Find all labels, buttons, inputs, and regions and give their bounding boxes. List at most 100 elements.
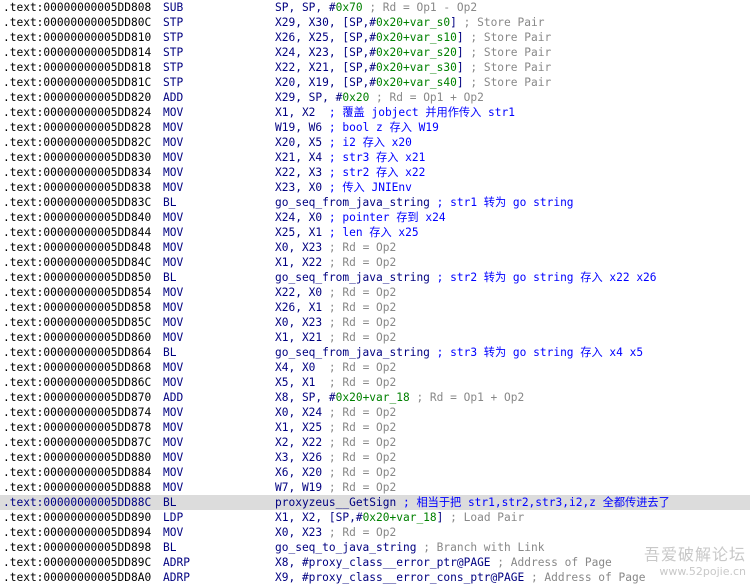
instruction-mnemonic[interactable]: MOV — [163, 525, 183, 540]
line-address[interactable]: .text:00000000005DD890 — [3, 510, 151, 525]
instruction-mnemonic[interactable]: STP — [163, 60, 183, 75]
disasm-line[interactable]: .text:00000000005DD828 MOV W19, W6 ; bool … — [0, 120, 750, 135]
line-address[interactable]: .text:00000000005DD884 — [3, 465, 151, 480]
disasm-line[interactable]: .text:00000000005DD874 MOV X0, X24 ; Rd = … — [0, 405, 750, 420]
disasm-line[interactable]: .text:00000000005DD894 MOV X0, X23 ; Rd = … — [0, 525, 750, 540]
instruction-mnemonic[interactable]: MOV — [163, 255, 183, 270]
disasm-line[interactable]: .text:00000000005DD83C BL go_seq_from_java… — [0, 195, 750, 210]
instruction-mnemonic[interactable]: MOV — [163, 105, 183, 120]
instruction-mnemonic[interactable]: MOV — [163, 330, 183, 345]
instruction-mnemonic[interactable]: ADRP — [163, 555, 190, 570]
line-address[interactable]: .text:00000000005DD89C — [3, 555, 151, 570]
instruction-operands[interactable]: X0, X23 ; Rd = Op2 — [275, 240, 396, 255]
instruction-operands[interactable]: X22, X21, [SP,#0x20+var_s30] ; Store Pai… — [275, 60, 551, 75]
disasm-line[interactable]: .text:00000000005DD85C MOV X0, X23 ; Rd = … — [0, 315, 750, 330]
disasm-line[interactable]: .text:00000000005DD818 STP X22, X21, [SP,#… — [0, 60, 750, 75]
disasm-line[interactable]: .text:00000000005DD868 MOV X4, X0 ; Rd = O… — [0, 360, 750, 375]
line-address[interactable]: .text:00000000005DD868 — [3, 360, 151, 375]
line-address[interactable]: .text:00000000005DD874 — [3, 405, 151, 420]
instruction-mnemonic[interactable]: STP — [163, 45, 183, 60]
line-address[interactable]: .text:00000000005DD894 — [3, 525, 151, 540]
disasm-line[interactable]: .text:00000000005DD87C MOV X2, X22 ; Rd = … — [0, 435, 750, 450]
instruction-operands[interactable]: W7, W19 ; Rd = Op2 — [275, 480, 396, 495]
instruction-operands[interactable]: X0, X23 ; Rd = Op2 — [275, 525, 396, 540]
disasm-line[interactable]: .text:00000000005DD824 MOV X1, X2 ; 覆盖 job… — [0, 105, 750, 120]
instruction-mnemonic[interactable]: ADD — [163, 390, 183, 405]
disassembly-listing[interactable]: .text:00000000005DD808 SUB SP, SP, #0x70 ;… — [0, 0, 750, 585]
instruction-operands[interactable]: X22, X3 ; str2 存入 x22 — [275, 165, 425, 180]
line-address[interactable]: .text:00000000005DD834 — [3, 165, 151, 180]
disasm-line[interactable]: .text:00000000005DD858 MOV X26, X1 ; Rd = … — [0, 300, 750, 315]
line-address[interactable]: .text:00000000005DD850 — [3, 270, 151, 285]
line-address[interactable]: .text:00000000005DD82C — [3, 135, 151, 150]
line-address[interactable]: .text:00000000005DD85C — [3, 315, 151, 330]
line-address[interactable]: .text:00000000005DD830 — [3, 150, 151, 165]
instruction-mnemonic[interactable]: BL — [163, 540, 176, 555]
instruction-mnemonic[interactable]: BL — [163, 270, 176, 285]
instruction-mnemonic[interactable]: BL — [163, 495, 176, 510]
disasm-line[interactable]: .text:00000000005DD870 ADD X8, SP, #0x20+v… — [0, 390, 750, 405]
disasm-line[interactable]: .text:00000000005DD808 SUB SP, SP, #0x70 ;… — [0, 0, 750, 15]
instruction-mnemonic[interactable]: MOV — [163, 420, 183, 435]
line-address[interactable]: .text:00000000005DD818 — [3, 60, 151, 75]
instruction-operands[interactable]: X1, X22 ; Rd = Op2 — [275, 255, 396, 270]
instruction-mnemonic[interactable]: MOV — [163, 285, 183, 300]
instruction-mnemonic[interactable]: MOV — [163, 210, 183, 225]
instruction-operands[interactable]: go_seq_from_java_string ; str3 转为 go str… — [275, 345, 643, 360]
instruction-operands[interactable]: X8, SP, #0x20+var_18 ; Rd = Op1 + Op2 — [275, 390, 524, 405]
line-address[interactable]: .text:00000000005DD808 — [3, 0, 151, 15]
instruction-operands[interactable]: go_seq_to_java_string ; Branch with Link — [275, 540, 544, 555]
instruction-mnemonic[interactable]: MOV — [163, 300, 183, 315]
line-address[interactable]: .text:00000000005DD84C — [3, 255, 151, 270]
instruction-mnemonic[interactable]: MOV — [163, 450, 183, 465]
disasm-line[interactable]: .text:00000000005DD830 MOV X21, X4 ; str3 … — [0, 150, 750, 165]
line-address[interactable]: .text:00000000005DD81C — [3, 75, 151, 90]
line-address[interactable]: .text:00000000005DD870 — [3, 390, 151, 405]
instruction-mnemonic[interactable]: MOV — [163, 240, 183, 255]
line-address[interactable]: .text:00000000005DD888 — [3, 480, 151, 495]
disasm-line[interactable]: .text:00000000005DD844 MOV X25, X1 ; len 存… — [0, 225, 750, 240]
instruction-mnemonic[interactable]: MOV — [163, 480, 183, 495]
disasm-line[interactable]: .text:00000000005DD890 LDP X1, X2, [SP,#0x… — [0, 510, 750, 525]
disasm-line[interactable]: .text:00000000005DD838 MOV X23, X0 ; 传入 JN… — [0, 180, 750, 195]
instruction-mnemonic[interactable]: MOV — [163, 405, 183, 420]
line-address[interactable]: .text:00000000005DD80C — [3, 15, 151, 30]
instruction-operands[interactable]: proxyzeus__GetSign ; 相当于把 str1,str2,str3… — [275, 495, 670, 510]
instruction-operands[interactable]: X1, X2 ; 覆盖 jobject 并用作传入 str1 — [275, 105, 515, 120]
disasm-line[interactable]: .text:00000000005DD89C ADRP X8, #proxy_cla… — [0, 555, 750, 570]
instruction-operands[interactable]: X29, X30, [SP,#0x20+var_s0] ; Store Pair — [275, 15, 544, 30]
line-address[interactable]: .text:00000000005DD864 — [3, 345, 151, 360]
line-address[interactable]: .text:00000000005DD840 — [3, 210, 151, 225]
instruction-operands[interactable]: X20, X19, [SP,#0x20+var_s40] ; Store Pai… — [275, 75, 551, 90]
line-address[interactable]: .text:00000000005DD898 — [3, 540, 151, 555]
instruction-mnemonic[interactable]: SUB — [163, 0, 183, 15]
line-address[interactable]: .text:00000000005DD820 — [3, 90, 151, 105]
instruction-operands[interactable]: X25, X1 ; len 存入 x25 — [275, 225, 419, 240]
disasm-line[interactable]: .text:00000000005DD814 STP X24, X23, [SP,#… — [0, 45, 750, 60]
disasm-line[interactable]: .text:00000000005DD854 MOV X22, X0 ; Rd = … — [0, 285, 750, 300]
instruction-mnemonic[interactable]: ADRP — [163, 570, 190, 585]
instruction-operands[interactable]: X26, X25, [SP,#0x20+var_s10] ; Store Pai… — [275, 30, 551, 45]
instruction-operands[interactable]: X0, X24 ; Rd = Op2 — [275, 405, 396, 420]
instruction-operands[interactable]: X21, X4 ; str3 存入 x21 — [275, 150, 425, 165]
instruction-operands[interactable]: X1, X2, [SP,#0x20+var_18] ; Load Pair — [275, 510, 524, 525]
instruction-mnemonic[interactable]: STP — [163, 15, 183, 30]
instruction-mnemonic[interactable]: MOV — [163, 375, 183, 390]
disasm-line[interactable]: .text:00000000005DD82C MOV X20, X5 ; i2 存入… — [0, 135, 750, 150]
instruction-operands[interactable]: X29, SP, #0x20 ; Rd = Op1 + Op2 — [275, 90, 484, 105]
line-address[interactable]: .text:00000000005DD880 — [3, 450, 151, 465]
instruction-mnemonic[interactable]: STP — [163, 75, 183, 90]
line-address[interactable]: .text:00000000005DD828 — [3, 120, 151, 135]
line-address[interactable]: .text:00000000005DD854 — [3, 285, 151, 300]
line-address[interactable]: .text:00000000005DD83C — [3, 195, 151, 210]
line-address[interactable]: .text:00000000005DD810 — [3, 30, 151, 45]
disasm-line[interactable]: .text:00000000005DD834 MOV X22, X3 ; str2 … — [0, 165, 750, 180]
instruction-mnemonic[interactable]: MOV — [163, 135, 183, 150]
instruction-operands[interactable]: X24, X0 ; pointer 存到 x24 — [275, 210, 446, 225]
instruction-operands[interactable]: go_seq_from_java_string ; str1 转为 go str… — [275, 195, 574, 210]
instruction-mnemonic[interactable]: MOV — [163, 165, 183, 180]
disasm-line[interactable]: .text:00000000005DD810 STP X26, X25, [SP,#… — [0, 30, 750, 45]
disasm-line[interactable]: .text:00000000005DD8A0 ADRP X9, #proxy_cla… — [0, 570, 750, 585]
instruction-mnemonic[interactable]: MOV — [163, 465, 183, 480]
disasm-line[interactable]: .text:00000000005DD878 MOV X1, X25 ; Rd = … — [0, 420, 750, 435]
